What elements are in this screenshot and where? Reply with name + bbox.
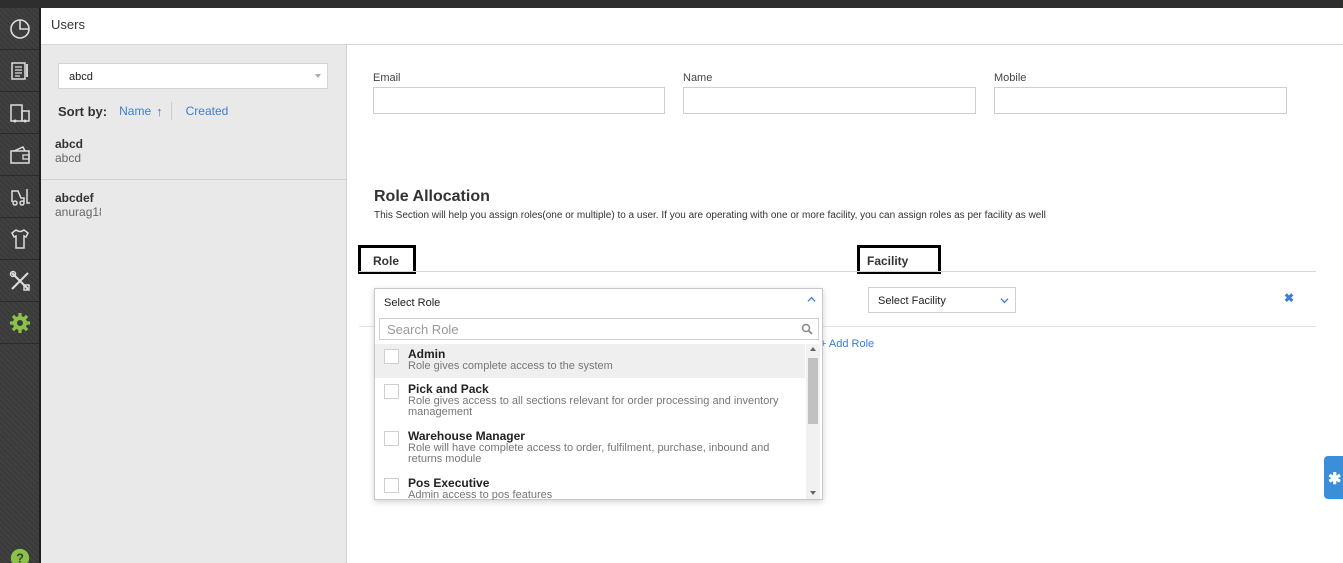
sort-by-name-link[interactable]: Name <box>119 104 151 118</box>
role-option[interactable]: Pos Executive Admin access to pos featur… <box>375 473 805 500</box>
role-search-placeholder: Search Role <box>387 322 459 337</box>
email-field[interactable] <box>373 87 665 114</box>
user-list-panel: abcd Sort by: Name ↑ Created abcd abcd a… <box>41 45 347 563</box>
user-search-value: abcd <box>69 71 93 83</box>
role-checkbox[interactable] <box>384 384 399 399</box>
dashboard-icon[interactable] <box>0 8 39 50</box>
chevron-down-icon <box>315 74 321 78</box>
role-allocation-title: Role Allocation <box>374 188 490 205</box>
user-detail-form: Email Name Mobile Role Allocation This S… <box>347 45 1343 563</box>
search-icon <box>801 323 813 335</box>
top-strip <box>0 0 1343 8</box>
mobile-field[interactable] <box>994 87 1287 114</box>
role-options-list: Admin Role gives complete access to the … <box>375 344 805 500</box>
role-option-name: Pick and Pack <box>408 382 489 396</box>
header-divider <box>359 271 1316 272</box>
role-option[interactable]: Warehouse Manager Role will have complet… <box>375 426 805 472</box>
sort-divider <box>170 102 172 120</box>
user-list-item[interactable]: abcd abcd <box>41 137 347 165</box>
sort-row: Sort by: Name ↑ Created <box>58 102 229 120</box>
role-option-name: Warehouse Manager <box>408 429 525 443</box>
warehouse-icon[interactable] <box>0 92 39 134</box>
role-allocation-description: This Section will help you assign roles(… <box>374 210 1046 221</box>
help-icon[interactable]: ? <box>0 540 39 563</box>
forklift-icon[interactable] <box>0 176 39 218</box>
role-option-description: Role gives complete access to the system <box>408 360 613 372</box>
role-column-header: Role <box>358 245 416 274</box>
chevron-down-icon <box>1000 298 1009 304</box>
role-checkbox[interactable] <box>384 431 399 446</box>
sort-label: Sort by: <box>58 103 108 119</box>
chevron-up-icon[interactable] <box>807 295 816 304</box>
user-username: anurag18 <box>55 205 101 219</box>
user-name: abcd <box>55 137 84 151</box>
remove-role-icon[interactable]: ✖ <box>1284 291 1294 305</box>
scroll-down-icon[interactable] <box>810 491 816 495</box>
role-option-description: Role gives access to all sections releva… <box>408 395 779 418</box>
scrollbar-thumb[interactable] <box>808 358 818 424</box>
role-checkbox[interactable] <box>384 349 399 364</box>
sort-by-created-link[interactable]: Created <box>186 104 229 118</box>
select-facility-dropdown[interactable]: Select Facility <box>868 287 1016 313</box>
help-widget-button[interactable]: ✱ <box>1324 456 1343 499</box>
role-option-name: Admin <box>408 347 446 361</box>
sort-ascending-icon[interactable]: ↑ <box>156 104 163 119</box>
apparel-icon[interactable] <box>0 218 39 260</box>
wallet-icon[interactable] <box>0 134 39 176</box>
name-label: Name <box>683 72 713 84</box>
name-field[interactable] <box>683 87 976 114</box>
role-option[interactable]: Admin Role gives complete access to the … <box>375 344 805 378</box>
user-list-item[interactable]: abcdef anurag18 <box>41 191 347 219</box>
user-name: abcdef <box>55 191 94 205</box>
select-role-label: Select Role <box>384 297 441 309</box>
settings-icon[interactable] <box>0 302 39 344</box>
role-checkbox[interactable] <box>384 478 399 493</box>
asterisk-icon: ✱ <box>1328 471 1342 488</box>
tools-icon[interactable] <box>0 260 39 302</box>
role-option[interactable]: Pick and Pack Role gives access to all s… <box>375 379 805 425</box>
svg-text:?: ? <box>16 551 24 563</box>
list-divider <box>41 179 347 180</box>
role-option-name: Pos Executive <box>408 476 490 490</box>
facility-column-header: Facility <box>857 245 941 274</box>
email-label: Email <box>373 72 401 84</box>
mobile-label: Mobile <box>994 72 1027 84</box>
role-search-input[interactable]: Search Role <box>379 318 819 340</box>
user-username: abcd <box>55 151 82 165</box>
add-role-link[interactable]: + Add Role <box>820 338 874 350</box>
role-option-description: Role will have complete access to order,… <box>408 442 770 465</box>
role-list-scrollbar[interactable] <box>806 344 820 499</box>
scroll-up-icon[interactable] <box>810 347 816 351</box>
select-facility-label: Select Facility <box>878 295 946 307</box>
user-search-input[interactable]: abcd <box>58 63 328 89</box>
orders-icon[interactable] <box>0 50 39 92</box>
page-title: Users <box>51 17 85 32</box>
role-option-description: Admin access to pos features <box>408 489 553 501</box>
select-role-dropdown[interactable]: Select Role Search Role Admin Role gives… <box>374 288 823 500</box>
page-header: Users <box>41 8 1343 45</box>
